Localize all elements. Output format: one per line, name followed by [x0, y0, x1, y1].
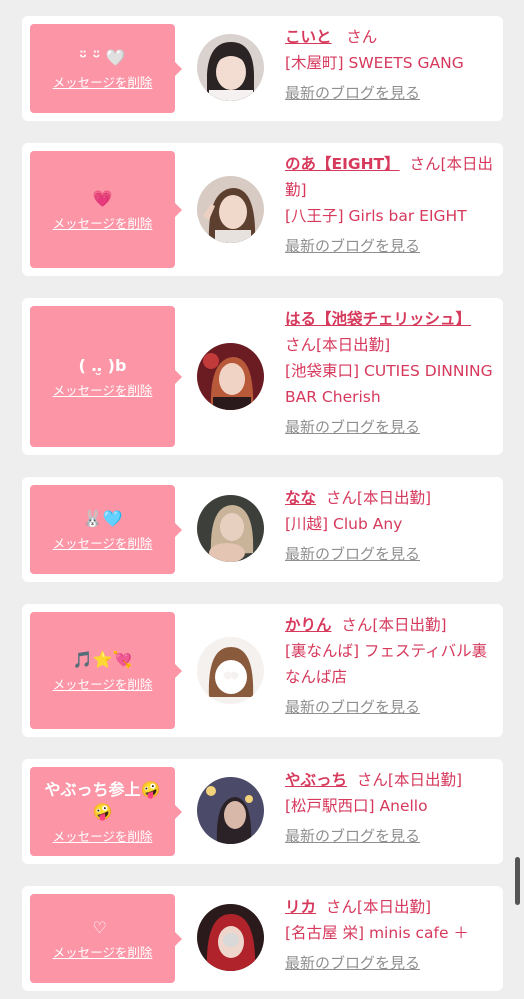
- cast-name-link[interactable]: こいと: [285, 28, 332, 46]
- cast-name-link[interactable]: のあ【EIGHT】: [285, 155, 400, 173]
- avatar[interactable]: [197, 495, 264, 562]
- avatar[interactable]: [197, 176, 264, 243]
- cast-info: やぶっち さん[本日出勤] [松戸駅西口] Anello 最新のブログを見る: [285, 767, 495, 849]
- message-card: 🐰🩵 メッセージを削除 なな さん[本日出勤] [川越] Club Any 最新…: [22, 477, 503, 582]
- avatar[interactable]: [197, 343, 264, 410]
- cast-name-link[interactable]: リカ: [285, 898, 316, 916]
- avatar-photo: [197, 777, 264, 844]
- message-bubble: ( ‥̮ )b メッセージを削除: [30, 306, 182, 447]
- honorific: さん: [285, 336, 317, 354]
- cast-info: リカ さん[本日出勤] [名古屋 栄] minis cafe ＋ 最新のブログを…: [285, 894, 495, 976]
- message-text: 🐰🩵: [82, 508, 123, 528]
- avatar-photo: [197, 637, 264, 704]
- message-bubble: 💗 メッセージを削除: [30, 151, 182, 268]
- avatar-photo: [197, 176, 264, 243]
- message-bubble: 🎵⭐💘 メッセージを削除: [30, 612, 182, 729]
- delete-message-link[interactable]: メッセージを削除: [53, 536, 153, 552]
- avatar-photo: [197, 495, 264, 562]
- avatar[interactable]: [197, 637, 264, 704]
- cast-name-link[interactable]: はる【池袋チェリッシュ】: [285, 310, 471, 328]
- honorific: さん: [346, 28, 378, 46]
- cast-info: はる【池袋チェリッシュ】 さん[本日出勤] [池袋東口] CUTIES DINN…: [285, 306, 495, 440]
- delete-message-link[interactable]: メッセージを削除: [53, 945, 153, 961]
- delete-message-link[interactable]: メッセージを削除: [53, 216, 153, 232]
- cast-info: こいと さん [木屋町] SWEETS GANG 最新のブログを見る: [285, 24, 495, 106]
- shop-name: [八王子] Girls bar EIGHT: [285, 207, 467, 225]
- latest-blog-link[interactable]: 最新のブログを見る: [285, 541, 495, 567]
- latest-blog-link[interactable]: 最新のブログを見る: [285, 694, 495, 720]
- shop-name: [裏なんば] フェスティバル裏なんば店: [285, 642, 488, 686]
- message-bubble: ᵕ̈ ᵕ̈ 🤍 メッセージを削除: [30, 24, 182, 113]
- avatar-photo: [197, 343, 264, 410]
- honorific: さん: [409, 155, 441, 173]
- message-bubble: 🐰🩵 メッセージを削除: [30, 485, 182, 574]
- status-text: [本日出勤]: [387, 771, 462, 789]
- delete-message-link[interactable]: メッセージを削除: [53, 829, 153, 845]
- delete-message-link[interactable]: メッセージを削除: [53, 677, 153, 693]
- message-text: ( ‥̮ )b: [78, 355, 127, 375]
- cast-info: のあ【EIGHT】 さん[本日出勤] [八王子] Girls bar EIGHT…: [285, 151, 495, 259]
- avatar[interactable]: [197, 777, 264, 844]
- status-text: [本日出勤]: [316, 336, 391, 354]
- message-text: 🎵⭐💘: [72, 649, 133, 669]
- delete-message-link[interactable]: メッセージを削除: [53, 383, 153, 399]
- message-card: ᵕ̈ ᵕ̈ 🤍 メッセージを削除 こいと さん [木屋町] SWEETS GAN…: [22, 16, 503, 121]
- latest-blog-link[interactable]: 最新のブログを見る: [285, 823, 495, 849]
- message-text: ♡ ︎: [92, 917, 113, 937]
- honorific: さん: [341, 616, 373, 634]
- avatar-photo: [197, 34, 264, 101]
- shop-name: [松戸駅西口] Anello: [285, 797, 428, 815]
- cast-name-link[interactable]: なな: [285, 489, 316, 507]
- message-list: ᵕ̈ ᵕ̈ 🤍 メッセージを削除 こいと さん [木屋町] SWEETS GAN…: [0, 0, 524, 999]
- latest-blog-link[interactable]: 最新のブログを見る: [285, 233, 495, 259]
- scrollbar[interactable]: [515, 857, 520, 905]
- cast-info: かりん さん[本日出勤] [裏なんば] フェスティバル裏なんば店 最新のブログを…: [285, 612, 495, 720]
- message-text: ᵕ̈ ᵕ̈ 🤍: [79, 47, 126, 67]
- honorific: さん: [325, 489, 357, 507]
- message-card: やぶっち参上🤪🤪 メッセージを削除 やぶっち さん[本日出勤] [松戸駅西口] …: [22, 759, 503, 864]
- status-text: [本日出勤]: [356, 898, 431, 916]
- cast-info: なな さん[本日出勤] [川越] Club Any 最新のブログを見る: [285, 485, 495, 567]
- avatar-photo: [197, 904, 264, 971]
- honorific: さん: [325, 898, 357, 916]
- latest-blog-link[interactable]: 最新のブログを見る: [285, 950, 495, 976]
- message-text: やぶっち参上🤪🤪: [44, 779, 161, 821]
- message-card: ♡ ︎ メッセージを削除 リカ さん[本日出勤] [名古屋 栄] minis c…: [22, 886, 503, 991]
- status-text: [本日出勤]: [356, 489, 431, 507]
- avatar[interactable]: [197, 904, 264, 971]
- message-bubble: ♡ ︎ メッセージを削除: [30, 894, 182, 983]
- honorific: さん: [356, 771, 388, 789]
- message-card: ( ‥̮ )b メッセージを削除 はる【池袋チェリッシュ】 さん[本日出勤] […: [22, 298, 503, 455]
- shop-name: [池袋東口] CUTIES DINNING BAR Cherish: [285, 362, 493, 406]
- latest-blog-link[interactable]: 最新のブログを見る: [285, 80, 495, 106]
- cast-name-link[interactable]: かりん: [285, 616, 332, 634]
- shop-name: [木屋町] SWEETS GANG: [285, 54, 464, 72]
- shop-name: [名古屋 栄] minis cafe ＋: [285, 924, 469, 942]
- avatar[interactable]: [197, 34, 264, 101]
- message-card: 🎵⭐💘 メッセージを削除 かりん さん[本日出勤] [裏なんば] フェスティバル…: [22, 604, 503, 737]
- message-bubble: やぶっち参上🤪🤪 メッセージを削除: [30, 767, 182, 856]
- status-text: [本日出勤]: [372, 616, 447, 634]
- latest-blog-link[interactable]: 最新のブログを見る: [285, 414, 495, 440]
- message-card: 💗 メッセージを削除 のあ【EIGHT】 さん[本日出勤] [八王子] Girl…: [22, 143, 503, 276]
- shop-name: [川越] Club Any: [285, 515, 403, 533]
- delete-message-link[interactable]: メッセージを削除: [53, 75, 153, 91]
- message-text: 💗: [92, 188, 113, 208]
- cast-name-link[interactable]: やぶっち: [285, 771, 347, 789]
